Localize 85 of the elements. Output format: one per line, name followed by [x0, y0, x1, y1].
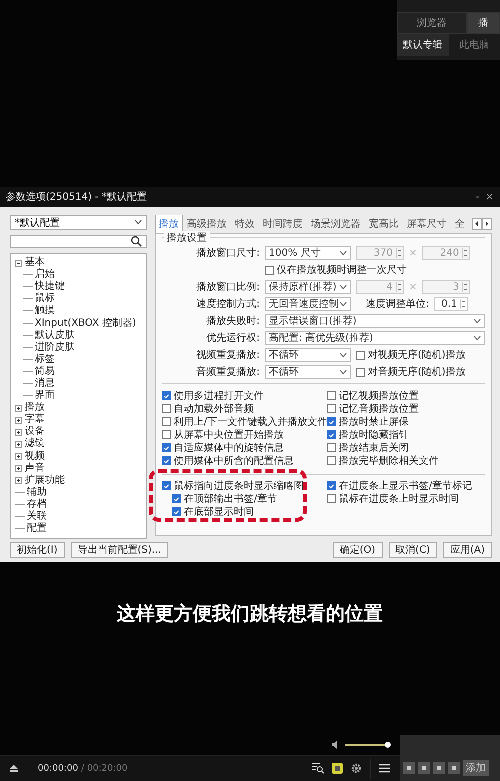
option-label: 自动加载外部音频 [174, 402, 254, 416]
option-label: 播放完毕删除相关文件 [339, 454, 439, 468]
tree-item[interactable]: 视频 [25, 450, 45, 463]
tree-item[interactable]: 界面 [35, 390, 55, 402]
dropdown[interactable]: 不循环 [265, 348, 351, 362]
option-label: 对视频无序(随机)播放 [368, 348, 466, 362]
elapsed-time: 00:00:00 [38, 764, 78, 774]
option-label: 使用多进程打开文件 [174, 390, 264, 402]
panel-tab[interactable]: 播 [467, 12, 500, 34]
tree-item[interactable]: 滤镜 [25, 438, 45, 450]
total-time: / 00:20:00 [81, 764, 128, 774]
tree-item[interactable]: XInput(XBOX 控制器) [35, 318, 136, 330]
settings-tab[interactable]: 特效 [231, 215, 259, 233]
field-label: 播放失败时: [206, 314, 260, 328]
panel-tab[interactable]: 浏览器 [397, 12, 467, 34]
dropdown[interactable]: 无回音速度控制 [265, 297, 351, 311]
window-title: 参数选项(250514) - *默认配置 [6, 190, 147, 204]
settings-tab[interactable]: 屏幕尺寸 [403, 215, 451, 233]
option-label: 在顶部输出书签/章节 [184, 492, 278, 506]
panel-subtab[interactable]: 此电脑 [448, 34, 500, 56]
subtitle-caption: 这样更方便我们跳转想看的位置 [117, 602, 383, 626]
tree-item[interactable]: 辅助 [27, 486, 47, 499]
tree-item[interactable]: 关联 [27, 511, 47, 524]
tree-item[interactable]: 字幕 [25, 414, 45, 426]
tree-item[interactable]: 标签 [35, 354, 55, 366]
tree-item[interactable]: 播放 [25, 402, 45, 414]
tree-item[interactable]: 鼠标 [35, 293, 55, 306]
field-label: 视频重复播放: [196, 348, 260, 362]
tree-item[interactable]: 触摸 [35, 305, 55, 318]
number-field[interactable]: 0.1 [434, 297, 468, 311]
field-label: 速度调整单位: [366, 298, 430, 311]
group-title: 播放设置 [164, 231, 210, 245]
tree-item[interactable]: 扩展功能 [25, 474, 65, 487]
option-label: 在底部显示时间 [184, 506, 254, 518]
option-label: 鼠标在进度条上时显示时间 [339, 492, 459, 506]
times-sign: × [409, 282, 418, 292]
times-sign: × [409, 248, 418, 258]
window-control[interactable]: - [476, 192, 480, 202]
option-label: 鼠标指向进度条时显示缩略图 [174, 480, 304, 492]
settings-tab[interactable]: 场景浏览器 [307, 215, 365, 233]
field-label: 音频重复播放: [196, 366, 260, 379]
option-label: 记忆音频播放位置 [339, 402, 419, 416]
dropdown[interactable]: 不循环 [265, 365, 351, 379]
dialog-button[interactable]: 应用(A) [443, 542, 492, 558]
tree-item[interactable]: 简易 [35, 366, 55, 378]
option-label: 播放时禁止屏保 [339, 416, 409, 428]
option-label: 播放时隐藏指针 [339, 428, 409, 442]
option-label: 播放结束后关闭 [339, 442, 409, 454]
tree-item[interactable]: 配置 [27, 523, 47, 536]
settings-tab[interactable]: 时间跨度 [259, 215, 307, 233]
dropdown[interactable]: 显示错误窗口(推荐) [265, 314, 485, 328]
settings-tab[interactable]: 播放 [155, 215, 183, 233]
option-label: 从屏幕中央位置开始播放 [174, 428, 284, 442]
dialog-button[interactable]: 取消(C) [388, 542, 438, 558]
field-label: 速度控制方式: [196, 298, 260, 311]
settings-tab[interactable]: 宽高比 [365, 215, 403, 233]
field-label: 播放窗口尺寸: [196, 246, 260, 260]
panel-subtab[interactable]: 默认专辑 [397, 34, 448, 56]
add-button[interactable]: 添加 [463, 760, 489, 776]
tree-item[interactable]: 基本 [25, 257, 45, 270]
profile-dropdown[interactable]: *默认配置 [10, 215, 147, 230]
dropdown[interactable]: 高配置: 高优先级(推荐) [265, 331, 485, 345]
option-label: 记忆视频播放位置 [339, 390, 419, 402]
window-control[interactable]: × [486, 192, 494, 202]
dialog-button[interactable]: 导出当前配置(S)... [70, 542, 168, 558]
dialog-button[interactable]: 初始化(I) [10, 542, 65, 558]
tree-item[interactable]: 启始 [35, 269, 55, 282]
tree-item[interactable]: 快捷键 [35, 281, 65, 294]
option-label: 在进度条上显示书签/章节标记 [339, 480, 472, 492]
settings-tab[interactable]: 高级播放 [183, 215, 231, 233]
tree-item[interactable]: 设备 [25, 426, 45, 438]
option-label: 对音频无序(随机)播放 [368, 366, 466, 379]
field-label: 播放窗口比例: [196, 280, 260, 294]
option-label: 利用上/下一文件键载入并播放文件 [174, 416, 328, 428]
tree-item[interactable]: 进阶皮肤 [35, 342, 75, 354]
option-label: 使用媒体中所含的配置信息 [174, 454, 294, 468]
field-label: 优先运行权: [206, 332, 260, 345]
tree-item[interactable]: 默认皮肤 [35, 330, 75, 342]
settings-tab[interactable]: 全 [451, 215, 469, 233]
option-label: 仅在播放视频时调整一次尺寸 [277, 264, 407, 277]
tree-item[interactable]: 消息 [35, 378, 55, 390]
tree-item[interactable]: 存档 [27, 498, 47, 511]
option-label: 自适应媒体中的旋转信息 [174, 442, 284, 454]
tree-item[interactable]: 声音 [25, 462, 45, 475]
dialog-button[interactable]: 确定(O) [332, 542, 383, 558]
